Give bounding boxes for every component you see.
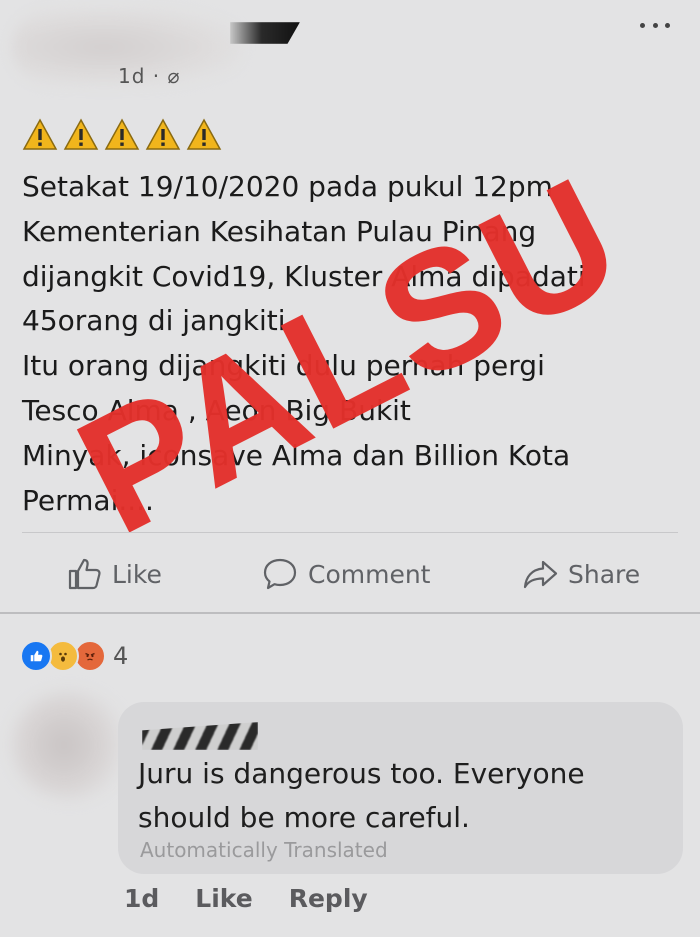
- commenter-avatar-blurred: [10, 690, 130, 800]
- comment-like-button[interactable]: Like: [195, 884, 252, 913]
- like-reaction-icon: [20, 640, 52, 672]
- warning-icons-row: [22, 118, 222, 151]
- warning-icon: [63, 118, 99, 151]
- post-divider: [22, 532, 678, 533]
- like-button[interactable]: Like: [66, 552, 162, 596]
- comment-bubble-icon: [263, 558, 297, 590]
- like-label: Like: [112, 559, 162, 589]
- comment-label: Comment: [308, 559, 431, 589]
- facebook-post-screenshot: 1d · ⌀ Setakat 19/10/2020 pada pukul 12p…: [0, 0, 700, 937]
- warning-icon: [104, 118, 140, 151]
- poster-name-redacted: [230, 22, 300, 44]
- share-label: Share: [568, 559, 641, 589]
- warning-icon: [186, 118, 222, 151]
- thumbs-up-icon: [68, 558, 101, 590]
- comment-reply-button[interactable]: Reply: [289, 884, 368, 913]
- comment-timestamp: 1d: [124, 884, 160, 913]
- comment-button[interactable]: Comment: [262, 552, 431, 596]
- warning-icon: [22, 118, 58, 151]
- reaction-count: 4: [113, 642, 129, 670]
- comment-actions: 1d Like Reply: [124, 884, 368, 913]
- comment-text: Juru is dangerous too. Everyone should b…: [138, 757, 585, 834]
- share-arrow-icon: [523, 560, 558, 589]
- post-timestamp: 1d · ⌀: [118, 64, 181, 88]
- warning-icon: [145, 118, 181, 151]
- more-options-icon[interactable]: [640, 10, 670, 40]
- auto-translated-label[interactable]: Automatically Translated: [140, 838, 388, 862]
- share-button[interactable]: Share: [522, 552, 640, 596]
- section-separator: [0, 612, 700, 614]
- reactions-summary[interactable]: 4: [20, 640, 128, 672]
- post-body-text: Setakat 19/10/2020 pada pukul 12pm Kemen…: [22, 170, 586, 517]
